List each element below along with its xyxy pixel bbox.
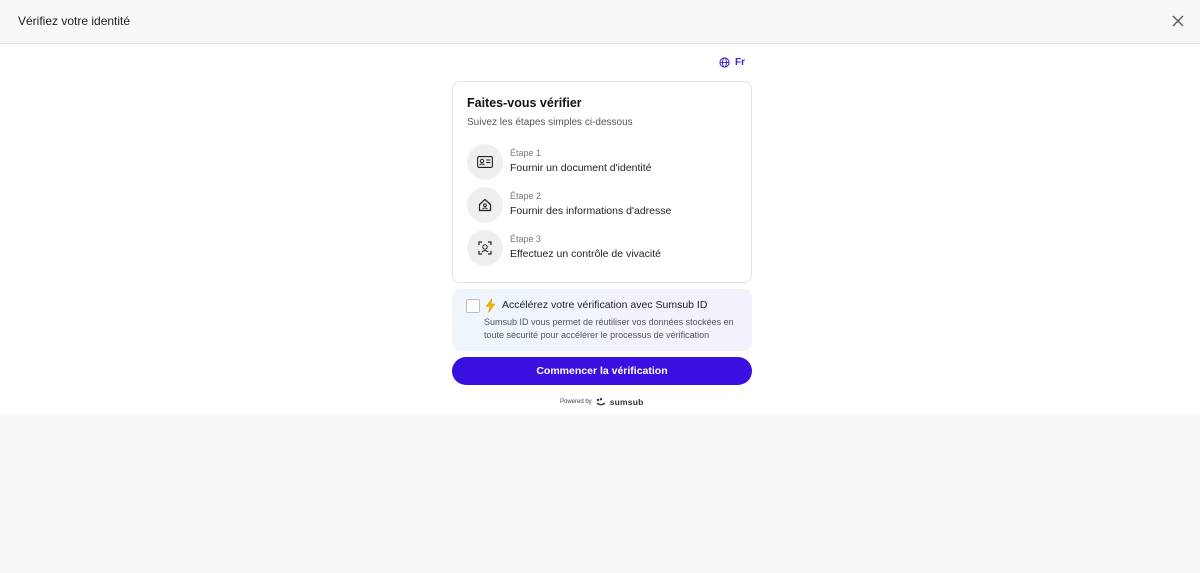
- sumsub-id-promo: Accélérez votre vérification avec Sumsub…: [452, 289, 752, 351]
- brand-name: sumsub: [609, 397, 644, 407]
- step-1: Étape 1 Fournir un document d'identité: [467, 144, 737, 180]
- language-selector[interactable]: Fr: [719, 57, 745, 68]
- sumsub-id-checkbox[interactable]: [466, 299, 480, 313]
- step-description: Fournir des informations d'adresse: [510, 205, 672, 217]
- sumsub-id-title: Accélérez votre vérification avec Sumsub…: [502, 299, 708, 311]
- main-content: Fr Faites-vous vérifier Suivez les étape…: [0, 45, 1200, 415]
- step-label: Étape 1: [510, 148, 542, 158]
- lightning-icon: [485, 298, 496, 313]
- language-label: Fr: [735, 57, 745, 68]
- step-description: Fournir un document d'identité: [510, 162, 652, 174]
- close-icon[interactable]: [1170, 13, 1186, 29]
- sumsub-id-description: Sumsub ID vous permet de réutiliser vos …: [484, 317, 734, 340]
- step-2: Étape 2 Fournir des informations d'adres…: [467, 187, 737, 223]
- powered-by-label: Powered by: [560, 399, 592, 405]
- card-title: Faites-vous vérifier: [467, 96, 582, 110]
- header-bar: Vérifiez votre identité: [0, 0, 1200, 44]
- step-description: Effectuez un contrôle de vivacité: [510, 248, 661, 260]
- home-icon: [467, 187, 503, 223]
- globe-icon: [719, 57, 730, 68]
- step-label: Étape 3: [510, 234, 542, 244]
- page-title: Vérifiez votre identité: [18, 14, 131, 28]
- sumsub-logo-icon: [596, 398, 606, 406]
- start-verification-button[interactable]: Commencer la vérification: [452, 357, 752, 385]
- step-3: Étape 3 Effectuez un contrôle de vivacit…: [467, 230, 737, 266]
- powered-by: Powered by sumsub: [560, 397, 643, 407]
- card-subtitle: Suivez les étapes simples ci-dessous: [467, 117, 633, 128]
- steps-card: Faites-vous vérifier Suivez les étapes s…: [452, 81, 752, 283]
- id-card-icon: [467, 144, 503, 180]
- face-scan-icon: [467, 230, 503, 266]
- step-label: Étape 2: [510, 191, 542, 201]
